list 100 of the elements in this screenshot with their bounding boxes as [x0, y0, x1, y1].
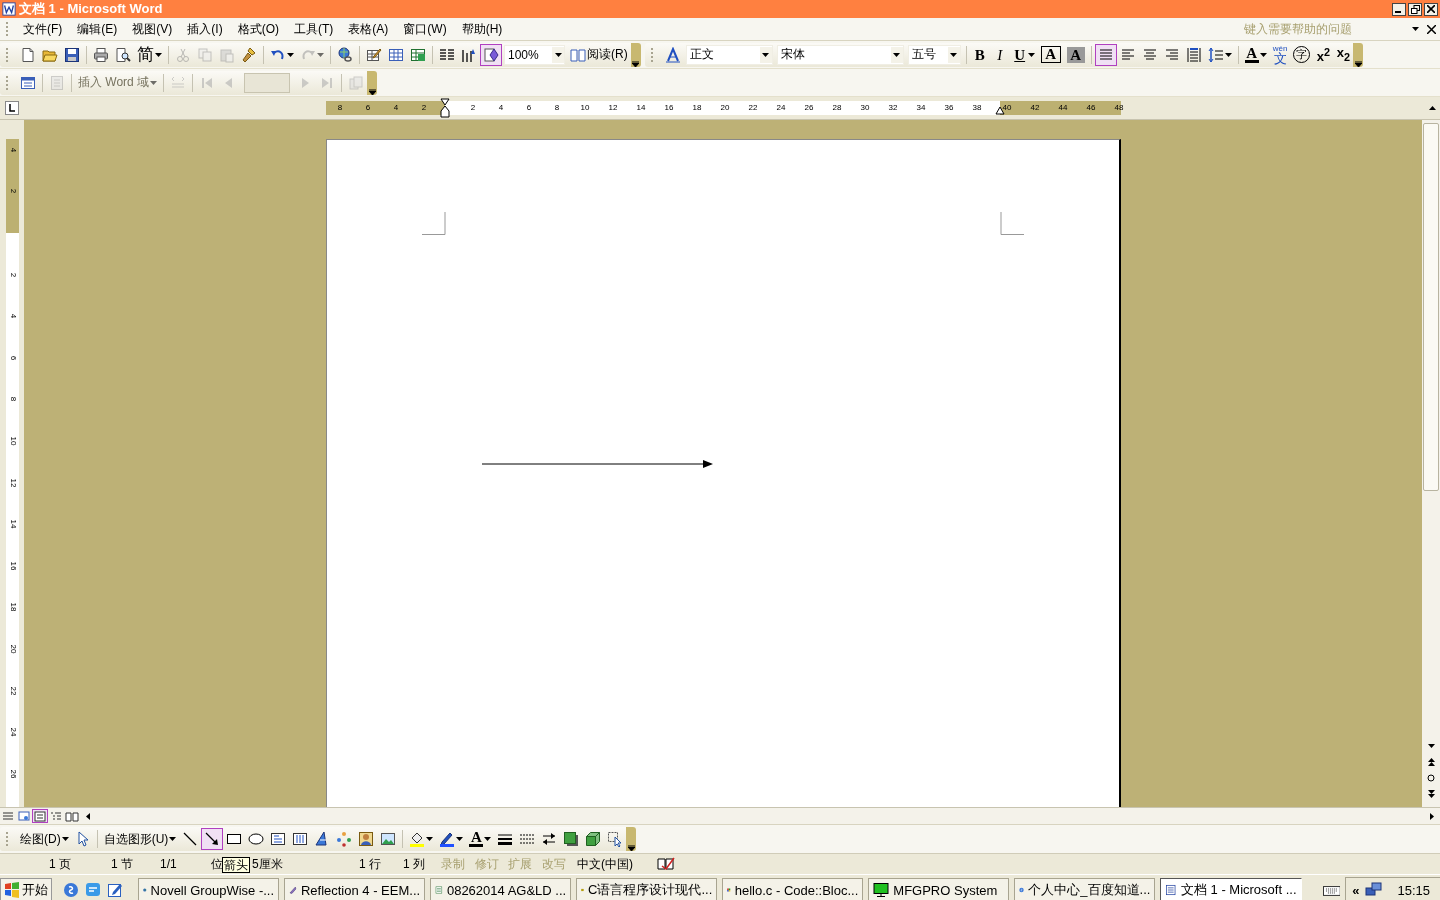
- network-icon[interactable]: [1365, 882, 1384, 898]
- help-search-field[interactable]: 键入需要帮助的问题: [1244, 22, 1404, 36]
- conversion-button[interactable]: 简: [134, 43, 165, 66]
- picture-icon: [380, 831, 397, 847]
- taskbar-button[interactable]: 文档 1 - Microsoft ...: [1160, 878, 1302, 900]
- restore-icon: [1410, 4, 1420, 14]
- ruler-number: 4: [498, 103, 504, 113]
- toolbar-options-button[interactable]: [626, 827, 637, 851]
- ruler-number: 28: [832, 103, 842, 113]
- table-icon: [388, 46, 404, 63]
- save-icon: [64, 46, 80, 63]
- show-hidden-icons-button[interactable]: «: [1352, 883, 1360, 897]
- arrow-style-icon: [541, 831, 558, 847]
- clipboard-icon: [219, 46, 235, 63]
- font-color-button[interactable]: A: [1241, 43, 1270, 66]
- close-icon[interactable]: [1427, 24, 1436, 34]
- subscript-button[interactable]: x$_{2}$: [1333, 43, 1354, 66]
- keyboard-icon[interactable]: [1322, 883, 1341, 897]
- table-pencil-icon: [366, 46, 382, 63]
- ruler-number: 2: [470, 103, 476, 113]
- left-arrow-icon: [86, 812, 90, 820]
- shadow-icon: [563, 831, 580, 847]
- scroll-thumb[interactable]: [1423, 123, 1439, 491]
- dropdown-caret-icon: [762, 52, 770, 57]
- font-color-button[interactable]: A: [466, 828, 495, 850]
- status-text: 扩展: [508, 856, 532, 871]
- combo-box[interactable]: 正文: [685, 44, 773, 65]
- ruler-number: 6: [365, 103, 371, 113]
- menu-button[interactable]: 绘图(D): [17, 828, 72, 850]
- superscript-button[interactable]: x$^{2}$: [1313, 43, 1334, 66]
- minimize-button[interactable]: [1392, 2, 1406, 16]
- ruler-number: 4: [393, 103, 399, 113]
- taskbar-button[interactable]: Reflection 4 - EEM...: [284, 878, 426, 900]
- view-button[interactable]: [16, 809, 32, 823]
- view-button[interactable]: [0, 809, 16, 823]
- start-button[interactable]: 开始: [0, 878, 52, 900]
- distribute-icon: [1185, 46, 1202, 63]
- indent-marker-icon[interactable]: [440, 98, 450, 118]
- dropdown-caret-icon: [950, 52, 958, 57]
- arrow-shape[interactable]: [482, 459, 713, 469]
- restore-button[interactable]: [1408, 2, 1422, 16]
- vertical-ruler[interactable]: 4 2 2 4 6 8 10 12 14 16 18 20 22 24 26: [6, 139, 19, 807]
- diagram-icon: [336, 831, 353, 847]
- status-text: 5厘米: [252, 856, 283, 871]
- menu-item[interactable]: 帮助(H): [455, 18, 509, 40]
- chevron-icon: [368, 88, 376, 95]
- clip-art-icon: [358, 831, 375, 847]
- tab-stop-icon[interactable]: [5, 101, 19, 115]
- menu-item[interactable]: 工具(T): [288, 18, 340, 40]
- vertical-scrollbar[interactable]: [1422, 120, 1440, 807]
- view-button[interactable]: [32, 809, 48, 823]
- menu-item[interactable]: 视图(V): [126, 18, 179, 40]
- close-button[interactable]: [1424, 2, 1438, 16]
- menu-item[interactable]: 表格(A): [342, 18, 395, 40]
- menu-item[interactable]: 编辑(E): [71, 18, 124, 40]
- status-text: 1 页: [49, 856, 71, 871]
- toolbar-options-button[interactable]: [630, 42, 641, 67]
- view-button[interactable]: [48, 809, 64, 823]
- document-edit-icon[interactable]: [107, 882, 123, 898]
- taskbar-button[interactable]: Novell GroupWise -...: [138, 878, 280, 900]
- combo-box[interactable]: 100%: [504, 44, 565, 65]
- combo-box[interactable]: 宋体: [776, 44, 904, 65]
- toolbar-options-button[interactable]: [1353, 42, 1364, 67]
- dropdown-caret-icon[interactable]: [1412, 27, 1419, 31]
- dropdown-caret-icon: [554, 52, 562, 57]
- menu-button[interactable]: 自选图形(U): [100, 828, 180, 850]
- ruler-number: 10: [580, 103, 590, 113]
- bold-button[interactable]: B: [969, 43, 990, 66]
- toolbar-button[interactable]: [480, 43, 502, 66]
- ruler-number: 36: [944, 103, 954, 113]
- taskbar-button[interactable]: 个人中心_百度知道...: [1014, 878, 1156, 900]
- ruler-number: 2: [7, 271, 18, 279]
- toolbar-options-button[interactable]: [367, 70, 378, 95]
- phonetic-guide-button[interactable]: wén 文: [1269, 43, 1291, 66]
- ruler-number: 8: [7, 396, 18, 404]
- styles-icon: [664, 46, 681, 63]
- dropdown-caret-icon: [893, 52, 901, 57]
- toolbar-button[interactable]: [201, 828, 224, 850]
- menu-item[interactable]: 插入(I): [181, 18, 229, 40]
- ruler-number: 40: [1002, 103, 1012, 113]
- menu-item[interactable]: 窗口(W): [397, 18, 453, 40]
- combo-box[interactable]: 五号: [907, 44, 961, 65]
- taskbar-button[interactable]: hello.c - Code::Bloc...: [722, 878, 864, 900]
- reading-layout-button[interactable]: 阅读(R): [567, 43, 631, 66]
- horizontal-ruler[interactable]: 8 6 4 2 2 4 6 8 10 12 14 16 18 20 22 24 26 28 30 32 34 36 38 40 42 44 46 48: [326, 101, 1121, 115]
- dash-style-icon: [519, 831, 536, 847]
- underline-button[interactable]: U: [1009, 43, 1038, 66]
- taskbar-button[interactable]: C语言程序设计现代...: [576, 878, 718, 900]
- line-style-icon: [497, 831, 514, 847]
- taskbar-button[interactable]: MFGPRO System: [868, 878, 1010, 900]
- menu-item[interactable]: 格式(O): [231, 18, 285, 40]
- clock: 15:15: [1397, 882, 1430, 898]
- spelling-check-icon[interactable]: [657, 857, 675, 871]
- chevron-icon: [627, 845, 635, 851]
- view-button[interactable]: [64, 809, 80, 823]
- menu-item[interactable]: 文件(F): [17, 18, 69, 40]
- italic-button[interactable]: I: [989, 43, 1010, 66]
- cube-icon: [585, 831, 602, 847]
- taskbar-button[interactable]: 08262014 AG&LD ...: [430, 878, 572, 900]
- close-icon: [1427, 5, 1435, 13]
